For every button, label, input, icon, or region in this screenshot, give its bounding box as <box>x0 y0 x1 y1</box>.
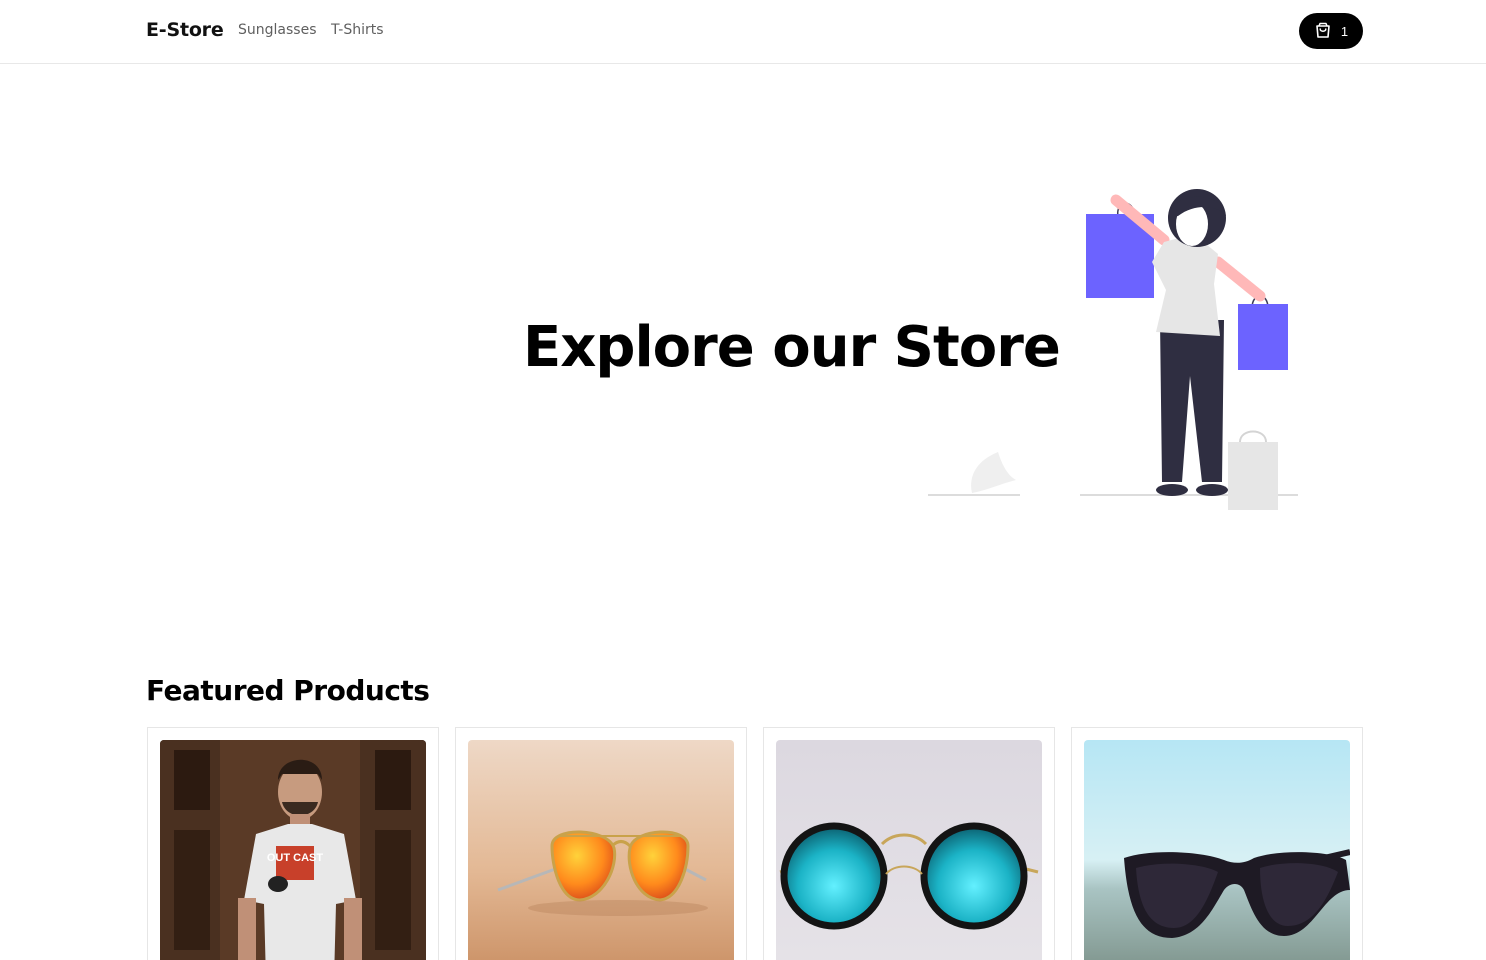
product-card[interactable]: OUT CAST <box>147 727 439 960</box>
product-card[interactable] <box>1071 727 1363 960</box>
nav-link-sunglasses[interactable]: Sunglasses <box>238 22 316 38</box>
black-sport-sunglasses-photo[interactable] <box>1084 740 1350 960</box>
man-in-white-t-shirt-photo[interactable]: OUT CAST <box>160 740 426 960</box>
product-card[interactable] <box>763 727 1055 960</box>
orange-aviator-sunglasses-photo[interactable] <box>468 740 734 960</box>
cart-count-badge: 1 <box>1340 23 1349 39</box>
woman-shopping-illustration <box>920 180 1320 520</box>
cart-button[interactable]: 1 <box>1299 13 1363 49</box>
shirt-print-text: OUT CAST <box>267 852 324 864</box>
navbar: E-Store Sunglasses T-Shirts 1 <box>0 0 1486 64</box>
brand-logo-link[interactable]: E-Store <box>146 19 224 41</box>
product-card[interactable] <box>455 727 747 960</box>
featured-products-title: Featured Products <box>146 674 430 707</box>
shopping-bag-icon <box>1314 21 1332 42</box>
nav-link-tshirts[interactable]: T-Shirts <box>331 22 384 38</box>
round-teal-sunglasses-photo[interactable] <box>776 740 1042 960</box>
